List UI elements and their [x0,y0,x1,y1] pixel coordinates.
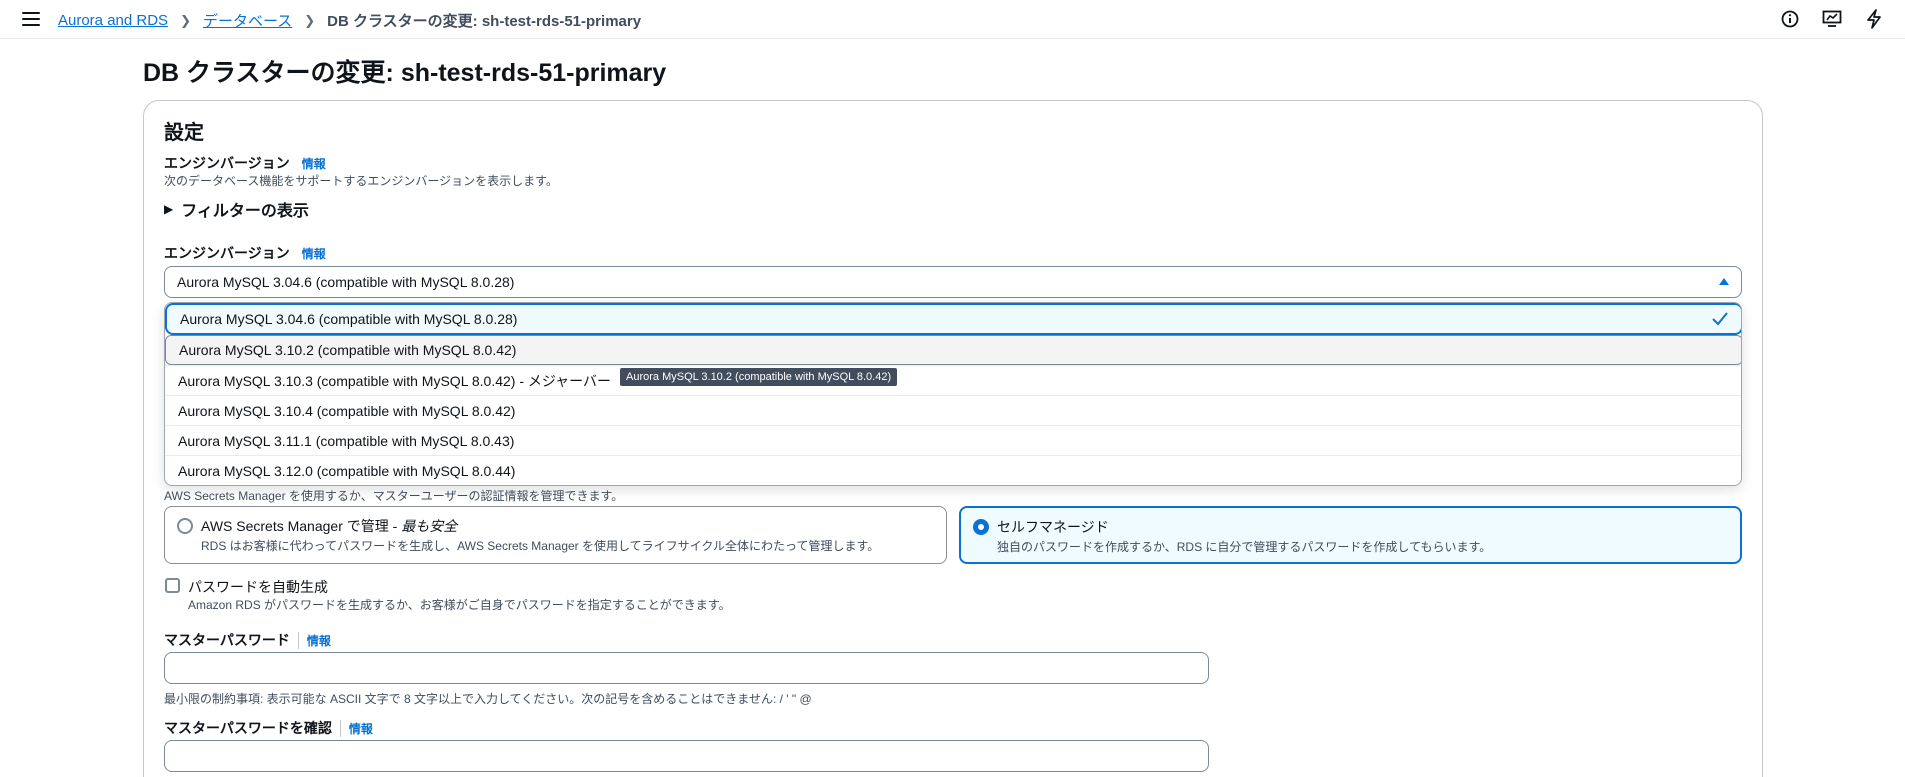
info-link[interactable]: 情報 [302,155,326,172]
engine-version-section-desc: 次のデータベース機能をサポートするエンジンバージョンを表示します。 [164,174,558,188]
breadcrumb-databases[interactable]: データベース [203,10,292,31]
chevron-right-icon: ❯ [180,12,191,28]
secrets-manager-title: AWS Secrets Manager で管理 - 最も安全 [201,518,458,534]
check-icon [1712,312,1728,326]
autogenerate-password-checkbox[interactable] [165,578,180,593]
engine-version-label: エンジンバージョン 情報 [164,243,326,263]
self-managed-desc: 独自のパスワードを作成するか、RDS に自分で管理するパスワードを作成してもらい… [997,540,1492,554]
dropdown-option[interactable]: Aurora MySQL 3.12.0 (compatible with MyS… [165,455,1741,485]
info-circle-icon[interactable] [1779,8,1801,30]
confirm-password-input[interactable] [164,740,1209,772]
password-constraint: 最小限の制約事項: 表示可能な ASCII 文字で 8 文字以上で入力してくださ… [164,692,812,706]
caret-up-icon [1719,278,1729,285]
page-title: DB クラスターの変更: sh-test-rds-51-primary [143,59,667,87]
lightning-icon[interactable] [1863,8,1885,30]
top-navigation: Aurora and RDS ❯ データベース ❯ DB クラスターの変更: s… [0,0,1905,39]
dropdown-option[interactable]: Aurora MySQL 3.10.4 (compatible with MyS… [165,395,1741,425]
master-password-input[interactable] [164,652,1209,684]
dropdown-option[interactable]: Aurora MySQL 3.10.3 (compatible with MyS… [165,365,1741,395]
breadcrumb: Aurora and RDS ❯ データベース ❯ DB クラスターの変更: s… [58,10,641,31]
engine-version-text: エンジンバージョン [164,245,290,261]
filter-toggle[interactable]: ▶ フィルターの表示 [164,197,309,221]
self-managed-title: セルフマネージド [997,519,1109,535]
option-label: Aurora MySQL 3.10.3 (compatible with MyS… [178,372,612,389]
radio-button[interactable] [177,518,193,534]
option-label: Aurora MySQL 3.11.1 (compatible with MyS… [178,432,515,449]
dropdown-option[interactable]: Aurora MySQL 3.04.6 (compatible with MyS… [165,303,1741,335]
info-link[interactable]: 情報 [302,245,326,262]
filter-toggle-label: フィルターの表示 [181,203,309,220]
feedback-icon[interactable] [1821,8,1843,30]
autogenerate-password-desc: Amazon RDS がパスワードを生成するか、お客様がご自身でパスワードを指定… [188,598,731,612]
self-managed-option[interactable]: セルフマネージド 独自のパスワードを作成するか、RDS に自分で管理するパスワー… [959,506,1742,564]
autogenerate-password-label: パスワードを自動生成 [188,579,328,595]
dropdown-option[interactable]: Aurora MySQL 3.11.1 (compatible with MyS… [165,425,1741,455]
secrets-manager-option[interactable]: AWS Secrets Manager で管理 - 最も安全 RDS はお客様に… [164,506,947,564]
breadcrumb-current: DB クラスターの変更: sh-test-rds-51-primary [327,13,642,30]
option-tooltip: Aurora MySQL 3.10.2 (compatible with MyS… [620,368,898,386]
credentials-desc: AWS Secrets Manager を使用するか、マスターユーザーの認証情報… [164,489,624,503]
option-label: Aurora MySQL 3.10.4 (compatible with MyS… [178,402,516,419]
dropdown-option[interactable]: Aurora MySQL 3.10.2 (compatible with MyS… [165,335,1741,365]
engine-version-section-label: エンジンバージョン 情報 [164,153,326,173]
breadcrumb-aurora-rds[interactable]: Aurora and RDS [58,12,168,29]
radio-button-selected[interactable] [973,519,989,535]
engine-version-section-text: エンジンバージョン [164,155,290,171]
info-link[interactable]: 情報 [297,631,331,649]
confirm-password-label: マスターパスワードを確認 情報 [164,719,373,737]
engine-version-select[interactable]: Aurora MySQL 3.04.6 (compatible with MyS… [164,266,1742,298]
secrets-manager-desc: RDS はお客様に代わってパスワードを生成し、AWS Secrets Manag… [201,539,880,553]
settings-title: 設定 [164,122,204,144]
option-label: Aurora MySQL 3.12.0 (compatible with MyS… [178,462,516,479]
option-label: Aurora MySQL 3.10.2 (compatible with MyS… [179,342,517,358]
option-label: Aurora MySQL 3.04.6 (compatible with MyS… [180,311,518,327]
engine-version-selected: Aurora MySQL 3.04.6 (compatible with MyS… [177,274,515,290]
engine-version-dropdown: Aurora MySQL 3.04.6 (compatible with MyS… [164,302,1742,486]
chevron-right-icon: ❯ [304,12,316,28]
info-link[interactable]: 情報 [339,719,373,737]
menu-icon[interactable] [22,9,40,26]
caret-right-icon: ▶ [164,202,174,216]
master-password-label: マスターパスワード 情報 [164,631,331,649]
